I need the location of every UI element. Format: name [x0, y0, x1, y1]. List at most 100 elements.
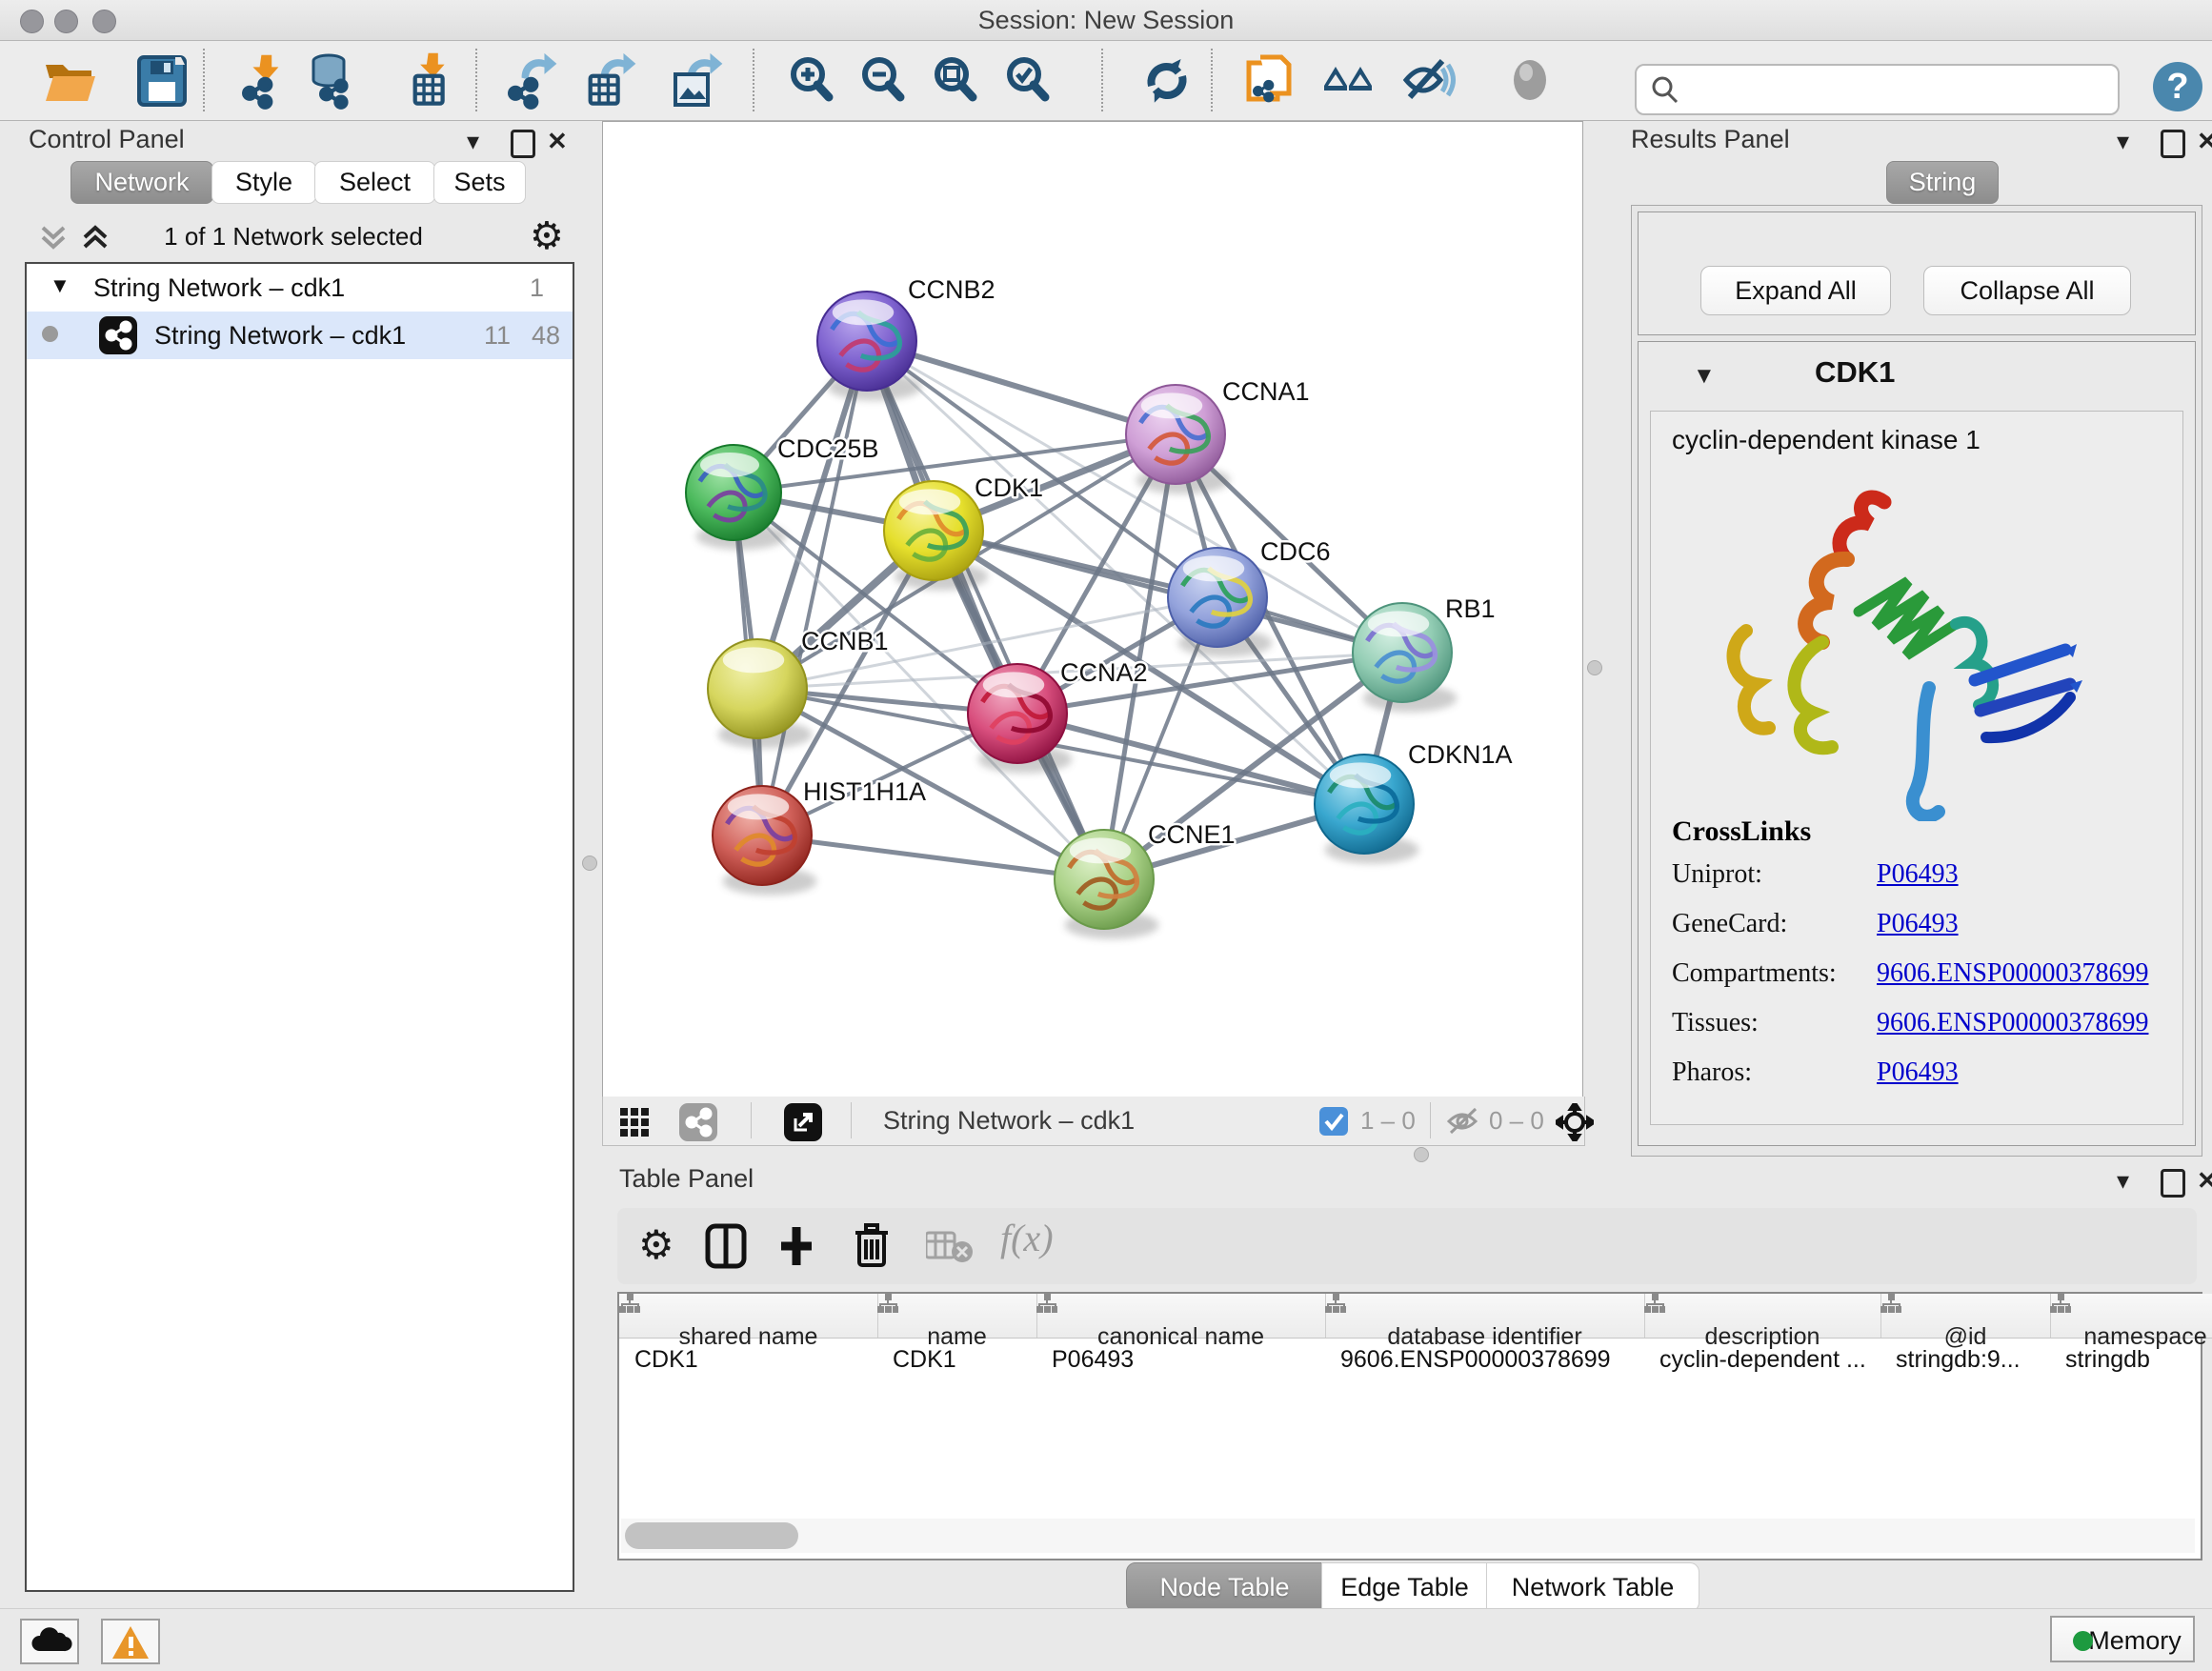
horizontal-scrollbar[interactable] [621, 1519, 2195, 1553]
float-panel-icon[interactable]: ▾ [2117, 1166, 2129, 1195]
close-panel-icon[interactable]: ✕ [2197, 127, 2212, 155]
float-panel-icon[interactable]: ▾ [467, 127, 479, 155]
table-cell[interactable]: stringdb [2050, 1338, 2212, 1381]
table-cell[interactable]: P06493 [1036, 1338, 1325, 1381]
network-node-CCNB1[interactable]: CCNB1 [708, 627, 889, 749]
undock-panel-icon[interactable] [2161, 130, 2185, 158]
crosslink-link[interactable]: 9606.ENSP00000378699 [1877, 958, 2148, 988]
string-results-container: Expand All Collapse All ▼ CDK1 cyclin-de… [1631, 205, 2202, 1157]
help-button[interactable]: ? [2153, 62, 2202, 111]
close-panel-icon[interactable]: ✕ [2197, 1166, 2212, 1195]
inactive-eye-icon[interactable] [1503, 52, 1560, 110]
tab-network-table[interactable]: Network Table [1486, 1562, 1699, 1612]
network-node-HIST1H1A[interactable]: HIST1H1A [713, 777, 926, 896]
tab-node-table[interactable]: Node Table [1126, 1562, 1323, 1612]
expand-collapse-box: Expand All Collapse All [1638, 211, 2196, 335]
open-in-browser-icon[interactable] [784, 1103, 822, 1141]
zoom-selected-icon[interactable] [1001, 52, 1058, 110]
memory-label: Memory [2088, 1626, 2182, 1655]
column-header-name[interactable]: name [877, 1294, 1037, 1338]
delete-table-icon[interactable] [926, 1229, 974, 1263]
zoom-fit-icon[interactable] [929, 52, 986, 110]
save-icon[interactable] [133, 52, 191, 110]
add-column-icon[interactable] [775, 1223, 817, 1269]
crosslink-link[interactable]: 9606.ENSP00000378699 [1877, 1008, 2148, 1037]
copy-network-icon[interactable] [1241, 52, 1298, 110]
collapse-section-icon[interactable]: ▼ [1693, 363, 1716, 390]
column-header-canonicalname[interactable]: canonical name [1036, 1294, 1326, 1338]
column-header-databaseidentifier[interactable]: database identifier [1325, 1294, 1645, 1338]
network-collection-row[interactable]: ▼ String Network – cdk1 1 [27, 264, 573, 312]
warning-button[interactable] [101, 1619, 160, 1664]
show-columns-icon[interactable] [705, 1223, 747, 1269]
selected-checkbox-icon[interactable] [1319, 1107, 1348, 1136]
show-hide-graphics-icon[interactable] [1400, 52, 1458, 110]
hide-panels-icon[interactable] [1320, 52, 1377, 110]
export-image-icon[interactable] [670, 52, 727, 110]
help-question-glyph: ? [2153, 62, 2202, 111]
minimize-window-icon[interactable] [54, 10, 78, 33]
tab-select[interactable]: Select [314, 161, 435, 204]
network-node-CCNA1[interactable]: CCNA1 [1126, 377, 1310, 494]
open-folder-icon[interactable] [42, 52, 99, 110]
refresh-icon[interactable] [1138, 52, 1196, 110]
collection-label: String Network – cdk1 [93, 264, 345, 312]
network-node-RB1[interactable]: RB1 [1353, 594, 1496, 713]
column-header-namespace[interactable]: namespace [2050, 1294, 2212, 1338]
table-options-gear-icon[interactable]: ⚙ [638, 1221, 674, 1268]
birds-eye-view-icon[interactable] [679, 1103, 717, 1141]
tab-edge-table[interactable]: Edge Table [1321, 1562, 1488, 1612]
collection-expand-icon[interactable]: ▼ [50, 262, 70, 310]
undock-panel-icon[interactable] [511, 130, 535, 158]
network-node-CDK1[interactable]: CDK1 [884, 473, 1043, 591]
export-network-icon[interactable] [504, 52, 561, 110]
collapse-all-button[interactable]: Collapse All [1923, 266, 2131, 315]
expand-all-button[interactable]: Expand All [1700, 266, 1891, 315]
network-node-CCNE1[interactable]: CCNE1 [1055, 820, 1236, 939]
network-node-CDKN1A[interactable]: CDKN1A [1315, 740, 1513, 864]
column-header-id[interactable]: @id [1880, 1294, 2051, 1338]
close-panel-icon[interactable]: ✕ [547, 127, 568, 155]
table-cell[interactable]: 9606.ENSP00000378699 [1325, 1338, 1644, 1381]
search-input[interactable] [1635, 64, 2120, 115]
undock-panel-icon[interactable] [2161, 1169, 2185, 1198]
column-header-sharedname[interactable]: shared name [619, 1294, 878, 1338]
cloud-button[interactable] [20, 1619, 79, 1664]
crosslink-link[interactable]: P06493 [1877, 859, 1959, 889]
table-cell[interactable]: CDK1 [877, 1338, 1036, 1381]
tab-network[interactable]: Network [70, 161, 213, 204]
network-row[interactable]: String Network – cdk1 11 48 [27, 312, 573, 359]
float-panel-icon[interactable]: ▾ [2117, 127, 2129, 155]
network-node-CDC25B[interactable]: CDC25B [686, 434, 879, 550]
export-table-icon[interactable] [583, 52, 640, 110]
scrollbar-thumb[interactable] [625, 1522, 798, 1549]
left-splitter-handle[interactable] [582, 856, 597, 871]
tab-string[interactable]: String [1886, 161, 1999, 204]
import-table-icon[interactable] [400, 52, 457, 110]
table-cell[interactable]: CDK1 [619, 1338, 877, 1381]
string-network-icon [99, 316, 137, 354]
crosslink-link[interactable]: P06493 [1877, 909, 1959, 938]
memory-button[interactable]: Memory [2050, 1616, 2195, 1662]
tab-style[interactable]: Style [211, 161, 316, 204]
import-network-icon[interactable] [234, 52, 292, 110]
node-table[interactable]: shared namenamecanonical namedatabase id… [617, 1292, 2202, 1560]
network-edge[interactable] [762, 341, 867, 836]
network-edge[interactable] [762, 836, 1104, 879]
network-node-CCNB2[interactable]: CCNB2 [817, 275, 995, 401]
table-cell[interactable]: cyclin-dependent ... [1644, 1338, 1880, 1381]
zoom-in-icon[interactable] [785, 52, 842, 110]
table-cell[interactable]: stringdb:9... [1880, 1338, 2050, 1381]
crosslink-link[interactable]: P06493 [1877, 1057, 1959, 1087]
column-header-description[interactable]: description [1644, 1294, 1881, 1338]
zoom-out-icon[interactable] [856, 52, 914, 110]
network-canvas[interactable]: CCNB2 CCNA1 CDC25B CDK1 CDC6 RB1 CCNB1 C… [602, 121, 1583, 1097]
maximize-window-icon[interactable] [92, 10, 116, 33]
grid-view-icon[interactable] [618, 1106, 651, 1138]
import-database-icon[interactable] [302, 52, 359, 110]
function-builder-icon[interactable]: f(x) [1000, 1216, 1054, 1260]
tab-sets[interactable]: Sets [433, 161, 526, 204]
close-window-icon[interactable] [20, 10, 44, 33]
network-options-gear-icon[interactable]: ⚙ [530, 214, 564, 258]
delete-column-icon[interactable] [854, 1221, 892, 1269]
